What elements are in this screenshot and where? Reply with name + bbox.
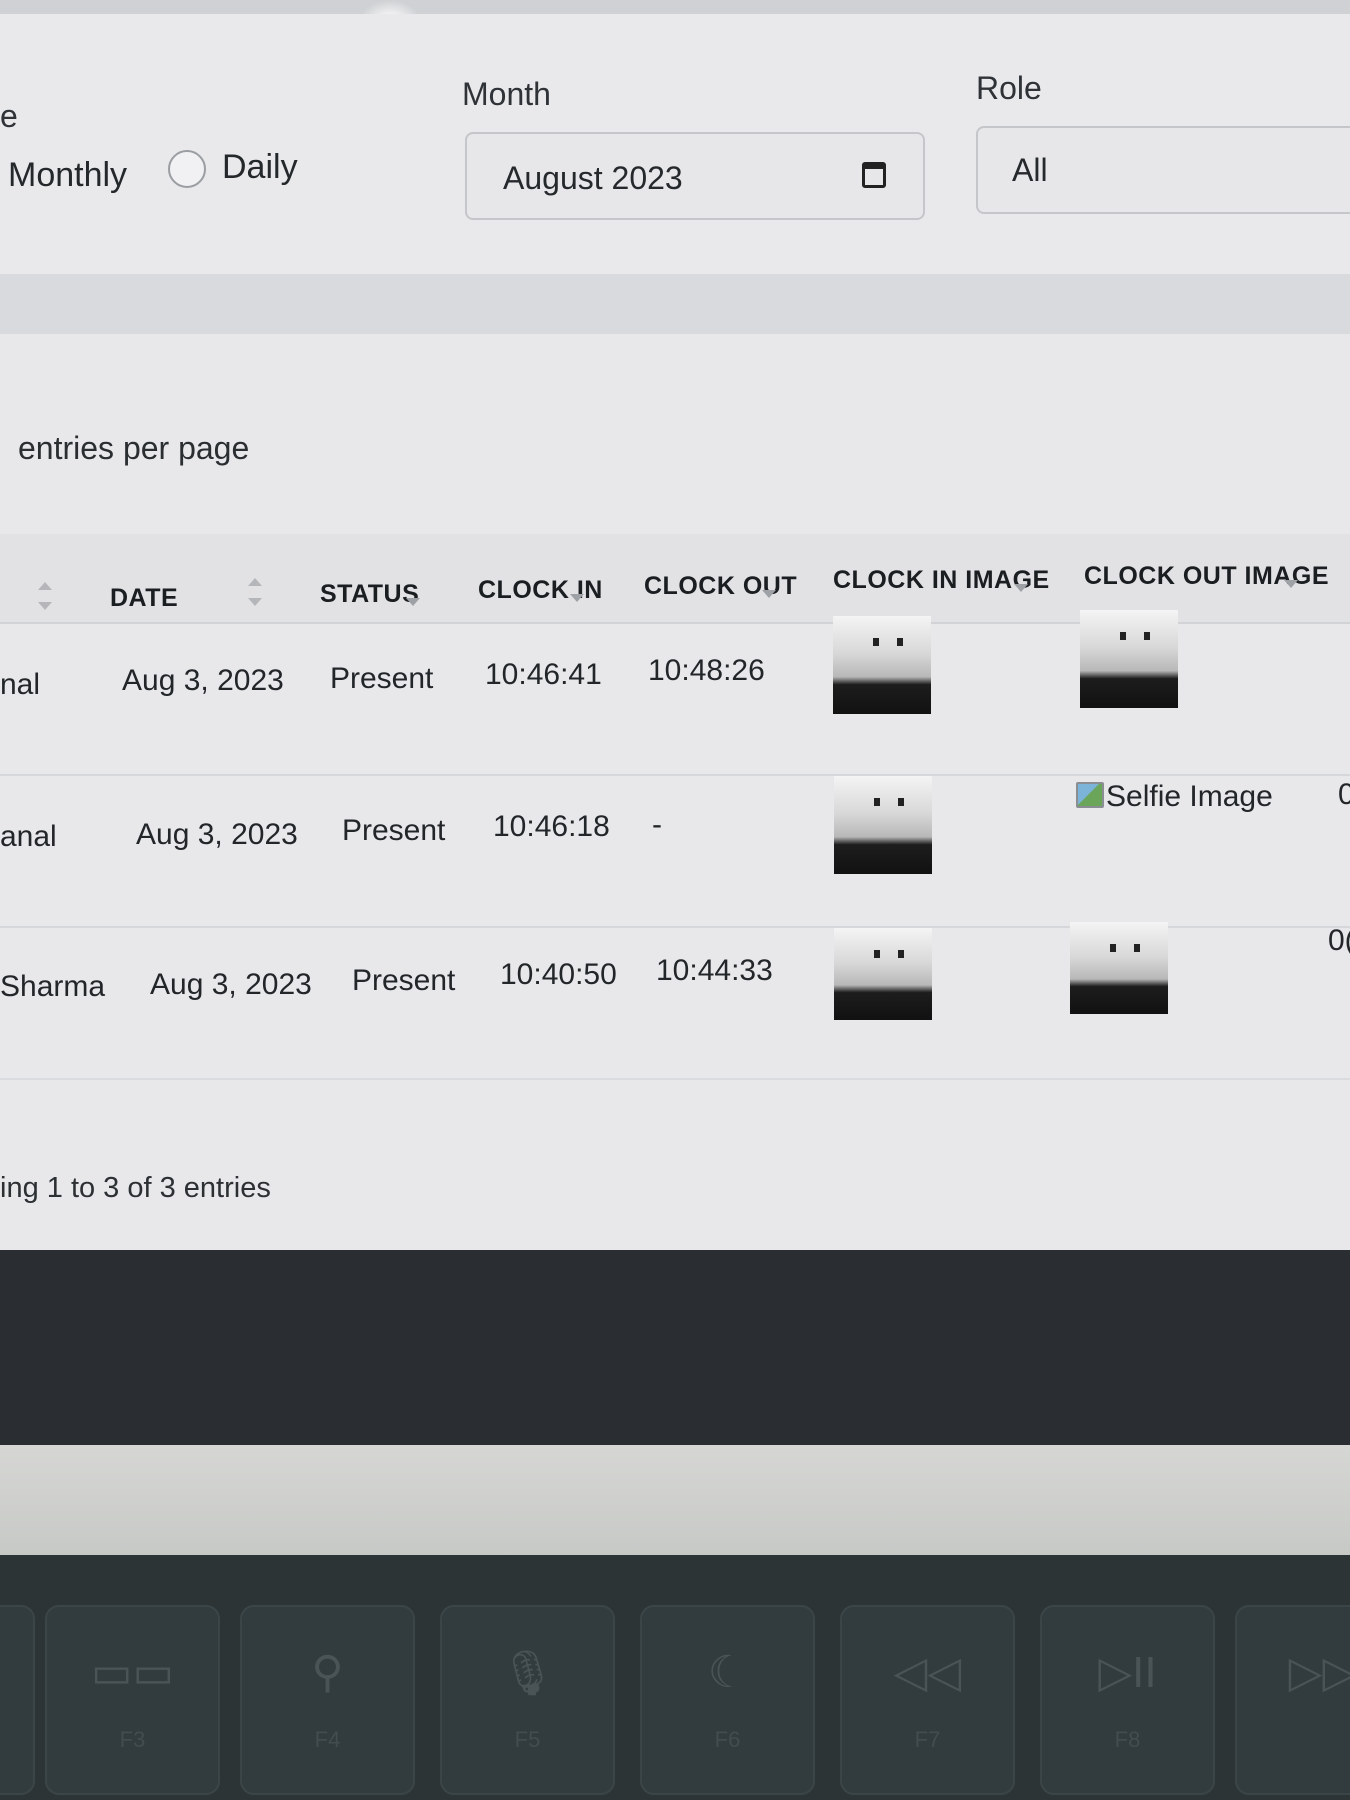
keyboard: ▭▭ F3 ⚲ F4 🎙 F5 ☾ F6 ◁◁ F7 ▷II F8 ▷▷ xyxy=(0,1555,1350,1800)
header-date[interactable]: DATE xyxy=(110,584,178,613)
role-select[interactable]: All xyxy=(976,126,1350,214)
cell-status: Present xyxy=(330,662,434,695)
table-row: nal Aug 3, 2023 Present 10:46:41 10:48:2… xyxy=(0,610,1350,776)
type-label: e xyxy=(0,98,18,134)
rewind-icon: ◁◁ xyxy=(893,1648,962,1697)
role-value: All xyxy=(1012,152,1048,188)
cell-clock-out: 10:48:26 xyxy=(648,654,765,687)
key-f5: 🎙 F5 xyxy=(440,1605,615,1795)
cell-name: anal xyxy=(0,820,57,853)
cell-name: nal xyxy=(0,668,41,701)
month-value: August 2023 xyxy=(503,160,683,196)
cell-overflow: 0 xyxy=(1338,778,1350,811)
radio-monthly-label[interactable]: Monthly xyxy=(8,156,127,195)
clock-out-image-alt[interactable]: Selfie Image xyxy=(1106,780,1273,814)
moon-icon: ☾ xyxy=(707,1648,748,1697)
radio-daily-button[interactable] xyxy=(168,150,206,188)
play-pause-icon: ▷II xyxy=(1098,1648,1157,1697)
clock-out-selfie-thumbnail[interactable] xyxy=(1080,610,1178,708)
radio-daily-label[interactable]: Daily xyxy=(222,148,298,187)
month-label: Month xyxy=(462,76,551,112)
entries-per-page-label: entries per page xyxy=(18,430,250,466)
attendance-table-card: entries per page DATE STATUS CLOCK IN CL… xyxy=(0,334,1350,1270)
laptop-deck xyxy=(0,1445,1350,1555)
keyboard-key xyxy=(0,1605,35,1795)
cell-name: Sharma xyxy=(0,970,106,1003)
calendar-icon[interactable] xyxy=(862,162,886,188)
month-picker[interactable]: August 2023 xyxy=(465,132,925,220)
section-divider xyxy=(0,274,1350,334)
cell-clock-out: 10:44:33 xyxy=(656,954,773,987)
sort-caret-icon xyxy=(1284,580,1298,588)
cell-status: Present xyxy=(342,814,446,847)
role-label: Role xyxy=(976,70,1042,106)
clock-in-selfie-thumbnail[interactable] xyxy=(834,776,932,874)
sort-caret-icon xyxy=(570,594,584,602)
table-info-showing: ing 1 to 3 of 3 entries xyxy=(0,1172,271,1204)
table-row: anal Aug 3, 2023 Present 10:46:18 - Self… xyxy=(0,776,1350,928)
window-switch-icon: ▭▭ xyxy=(90,1648,175,1697)
cell-overflow: 0( xyxy=(1328,924,1350,957)
header-clock-in[interactable]: CLOCK IN xyxy=(478,576,603,605)
broken-image-icon xyxy=(1076,782,1104,808)
clock-in-selfie-thumbnail[interactable] xyxy=(833,616,931,714)
key-f4: ⚲ F4 xyxy=(240,1605,415,1795)
key-f9: ▷▷ xyxy=(1235,1605,1350,1795)
header-status[interactable]: STATUS xyxy=(320,580,419,609)
filter-panel: e Monthly Daily Month August 2023 Role A… xyxy=(0,14,1350,274)
screen: e Monthly Daily Month August 2023 Role A… xyxy=(0,0,1350,1270)
cell-status: Present xyxy=(352,964,456,997)
key-f3: ▭▭ F3 xyxy=(45,1605,220,1795)
clock-in-selfie-thumbnail[interactable] xyxy=(834,928,932,1020)
sort-icon[interactable] xyxy=(248,578,262,606)
sort-caret-icon xyxy=(406,598,420,606)
search-icon: ⚲ xyxy=(311,1648,344,1697)
sort-caret-icon xyxy=(762,590,776,598)
fast-forward-icon: ▷▷ xyxy=(1288,1648,1350,1697)
sort-icon[interactable] xyxy=(38,582,52,610)
table-row: Sharma Aug 3, 2023 Present 10:40:50 10:4… xyxy=(0,922,1350,1080)
screen-bezel xyxy=(0,1250,1350,1460)
key-f8: ▷II F8 xyxy=(1040,1605,1215,1795)
cell-date: Aug 3, 2023 xyxy=(150,968,312,1001)
cell-clock-in: 10:40:50 xyxy=(500,958,617,991)
clock-out-selfie-thumbnail[interactable] xyxy=(1070,922,1168,1014)
cell-date: Aug 3, 2023 xyxy=(122,664,284,697)
key-f7: ◁◁ F7 xyxy=(840,1605,1015,1795)
sort-caret-icon xyxy=(1014,584,1028,592)
cell-clock-in: 10:46:18 xyxy=(493,810,610,843)
cell-clock-in: 10:46:41 xyxy=(485,658,602,691)
cell-date: Aug 3, 2023 xyxy=(136,818,298,851)
microphone-icon: 🎙 xyxy=(499,1649,556,1698)
key-f6: ☾ F6 xyxy=(640,1605,815,1795)
top-shade xyxy=(0,0,1350,14)
cell-clock-out: - xyxy=(652,808,662,841)
